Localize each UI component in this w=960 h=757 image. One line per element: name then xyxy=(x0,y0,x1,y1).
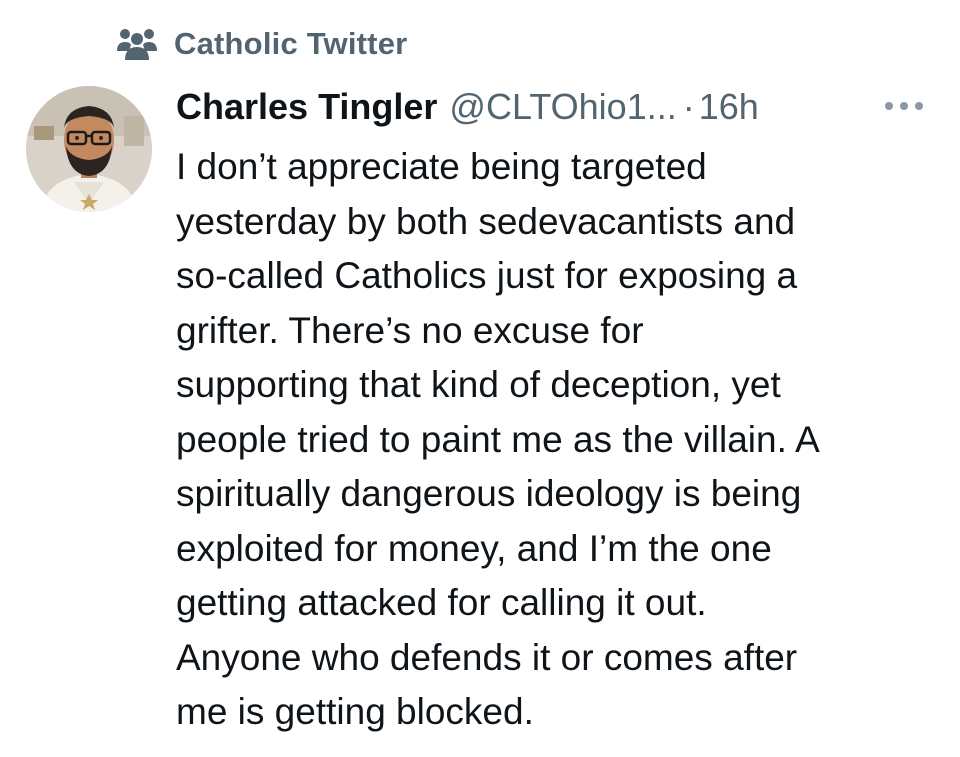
tweet-text-line: yesterday by both sedevacantists and xyxy=(176,200,796,242)
tweet-text-line: so-called Catholics just for exposing a xyxy=(176,255,798,296)
separator-dot: · xyxy=(682,86,695,127)
author-handle[interactable]: @CLTOhio1... xyxy=(449,86,676,128)
tweet-timestamp[interactable]: 16h xyxy=(699,86,759,128)
more-horizontal-icon xyxy=(885,102,923,110)
tweet-text-line: exploited for money, and I’m the one xyxy=(176,527,772,569)
tweet-text: I don’t appreciate being targeted yester… xyxy=(176,140,946,740)
tweet-text-line: spiritually dangerous ideology is being xyxy=(176,473,802,514)
tweet-header: Charles Tingler @CLTOhio1... · 16h xyxy=(176,80,936,134)
tweet-text-line: Anyone who defends it or comes after xyxy=(176,636,798,678)
community-label: Catholic Twitter xyxy=(174,26,408,61)
more-options-button[interactable] xyxy=(880,92,928,120)
avatar[interactable] xyxy=(26,86,152,212)
author-display-name[interactable]: Charles Tingler xyxy=(176,86,437,128)
tweet-text-line: grifter. There’s no excuse for xyxy=(176,309,644,351)
tweet-text-line: I don’t appreciate being targeted xyxy=(176,146,707,187)
community-context[interactable]: Catholic Twitter xyxy=(116,22,407,66)
tweet-text-line: getting attacked for calling it out. xyxy=(176,582,707,623)
tweet-text-line: me is getting blocked. xyxy=(176,691,534,732)
tweet-text-line: people tried to paint me as the villain.… xyxy=(176,418,820,460)
tweet-text-line: supporting that kind of deception, yet xyxy=(176,364,781,405)
community-icon xyxy=(116,27,158,61)
